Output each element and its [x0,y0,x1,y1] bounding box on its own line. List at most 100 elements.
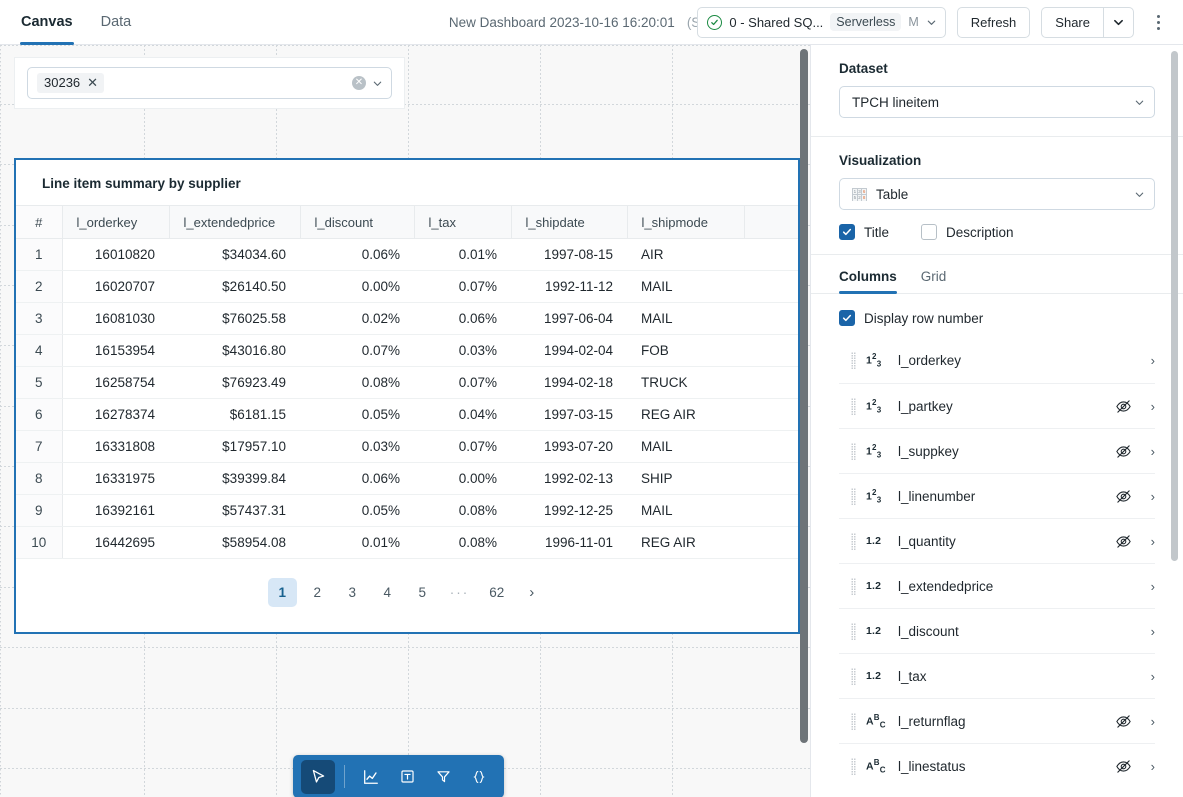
tab-columns[interactable]: Columns [839,269,897,293]
chevron-down-icon[interactable] [372,78,383,89]
table-widget[interactable]: Line item summary by supplier #l_orderke… [14,158,800,634]
table-header-l_discount[interactable]: l_discount [300,206,414,239]
filter-tool-button[interactable] [426,760,460,794]
drag-handle-icon[interactable] [851,352,856,369]
text-tool-button[interactable] [390,760,424,794]
column-row-l_partkey[interactable]: 123l_partkey› [839,383,1155,428]
table-row[interactable]: 316081030$76025.580.02%0.06%1997-06-04MA… [16,303,798,335]
table-row[interactable]: 216020707$26140.500.00%0.07%1992-11-12MA… [16,271,798,303]
eye-off-icon[interactable] [1115,758,1132,775]
chevron-right-icon[interactable]: › [1142,353,1155,368]
column-row-l_quantity[interactable]: 1.2l_quantity› [839,518,1155,563]
select-tool-button[interactable] [301,760,335,794]
title-checkbox[interactable] [839,224,855,240]
drag-handle-icon[interactable] [851,398,856,415]
column-row-l_extendedprice[interactable]: 1.2l_extendedprice› [839,563,1155,608]
description-checkbox-label[interactable]: Description [946,225,1014,240]
table-row[interactable]: 516258754$76923.490.08%0.07%1994-02-18TR… [16,367,798,399]
canvas-vertical-scrollbar[interactable] [800,49,808,743]
chevron-right-icon[interactable]: › [1142,759,1155,774]
tab-canvas[interactable]: Canvas [20,0,74,45]
drag-handle-icon[interactable] [851,668,856,685]
table-header-l_extendedprice[interactable]: l_extendedprice [169,206,300,239]
results-table: #l_orderkeyl_extendedpricel_discountl_ta… [16,205,798,559]
drag-handle-icon[interactable] [851,623,856,640]
column-type-float-icon: 1.2 [866,625,888,637]
chevron-right-icon[interactable]: › [1142,534,1155,549]
table-row[interactable]: 416153954$43016.800.07%0.03%1994-02-04FO… [16,335,798,367]
filter-widget[interactable]: 30236 ✕ ✕ [14,57,405,109]
tab-data[interactable]: Data [100,0,133,45]
share-dropdown-button[interactable] [1103,7,1134,38]
eye-off-icon[interactable] [1115,443,1132,460]
column-row-l_suppkey[interactable]: 123l_suppkey› [839,428,1155,473]
cell-l_orderkey: 16331808 [62,431,169,463]
table-row[interactable]: 716331808$17957.100.03%0.07%1993-07-20MA… [16,431,798,463]
share-button[interactable]: Share [1041,7,1103,38]
page-button-5[interactable]: 5 [408,578,437,607]
filter-select[interactable]: 30236 ✕ ✕ [27,67,392,99]
table-header-l_orderkey[interactable]: l_orderkey [62,206,169,239]
table-row[interactable]: 616278374$6181.150.05%0.04%1997-03-15REG… [16,399,798,431]
refresh-button[interactable]: Refresh [957,7,1031,38]
column-row-l_tax[interactable]: 1.2l_tax› [839,653,1155,698]
chevron-right-icon[interactable]: › [1142,444,1155,459]
dataset-select[interactable]: TPCH lineitem [839,86,1155,118]
column-row-l_linestatus[interactable]: ABCl_linestatus› [839,743,1155,788]
table-header-l_shipmode[interactable]: l_shipmode [627,206,744,239]
drag-handle-icon[interactable] [851,713,856,730]
display-row-number-checkbox[interactable] [839,310,855,326]
page-button-3[interactable]: 3 [338,578,367,607]
table-row[interactable]: 916392161$57437.310.05%0.08%1992-12-25MA… [16,495,798,527]
table-header-idx[interactable]: # [16,206,62,239]
drag-handle-icon[interactable] [851,443,856,460]
cell-l_shipdate: 1993-07-20 [511,431,627,463]
display-row-number-label[interactable]: Display row number [864,311,983,326]
eye-off-icon[interactable] [1115,398,1132,415]
table-header-blank[interactable] [744,206,798,239]
table-header-l_shipdate[interactable]: l_shipdate [511,206,627,239]
clear-all-icon[interactable]: ✕ [352,76,366,90]
close-icon[interactable]: ✕ [87,76,98,89]
drag-handle-icon[interactable] [851,488,856,505]
chevron-right-icon[interactable]: › [1142,489,1155,504]
table-row[interactable]: 116010820$34034.600.06%0.01%1997-08-15AI… [16,239,798,271]
page-button-62[interactable]: 62 [482,578,511,607]
chevron-right-icon[interactable]: › [1142,669,1155,684]
page-button-2[interactable]: 2 [303,578,332,607]
eye-off-icon[interactable] [1115,488,1132,505]
drag-handle-icon[interactable] [851,758,856,775]
tab-grid[interactable]: Grid [921,269,947,293]
column-row-l_discount[interactable]: 1.2l_discount› [839,608,1155,653]
drag-handle-icon[interactable] [851,578,856,595]
page-button-4[interactable]: 4 [373,578,402,607]
canvas-area[interactable]: 30236 ✕ ✕ Line item summary by supplier [0,45,811,797]
chevron-right-icon[interactable]: › [1142,714,1155,729]
more-options-icon[interactable] [1145,7,1171,37]
chart-tool-button[interactable] [354,760,388,794]
column-row-l_linenumber[interactable]: 123l_linenumber› [839,473,1155,518]
drag-handle-icon[interactable] [851,533,856,550]
title-checkbox-label[interactable]: Title [864,225,889,240]
table-row[interactable]: 816331975$39399.840.06%0.00%1992-02-13SH… [16,463,798,495]
column-row-l_returnflag[interactable]: ABCl_returnflag› [839,698,1155,743]
chevron-down-icon [1113,17,1124,28]
config-panel-scrollbar[interactable] [1171,51,1178,561]
column-row-l_orderkey[interactable]: 123l_orderkey› [839,338,1155,383]
description-checkbox[interactable] [921,224,937,240]
table-row[interactable]: 1016442695$58954.080.01%0.08%1996-11-01R… [16,527,798,559]
table-header-l_tax[interactable]: l_tax [414,206,511,239]
display-row-number-row: Display row number [811,294,1183,338]
visualization-select[interactable]: 136528 Table [839,178,1155,210]
chevron-right-icon[interactable]: › [1142,624,1155,639]
code-tool-button[interactable] [462,760,496,794]
compute-selector[interactable]: 0 - Shared SQ... Serverless M [697,7,945,38]
document-title[interactable]: New Dashboard 2023-10-16 16:20:01 [449,15,675,30]
chevron-right-icon[interactable]: › [1142,399,1155,414]
filter-chip[interactable]: 30236 ✕ [37,73,104,93]
eye-off-icon[interactable] [1115,713,1132,730]
pagination-next-button[interactable]: › [517,578,546,607]
chevron-right-icon[interactable]: › [1142,579,1155,594]
eye-off-icon[interactable] [1115,533,1132,550]
page-button-1[interactable]: 1 [268,578,297,607]
